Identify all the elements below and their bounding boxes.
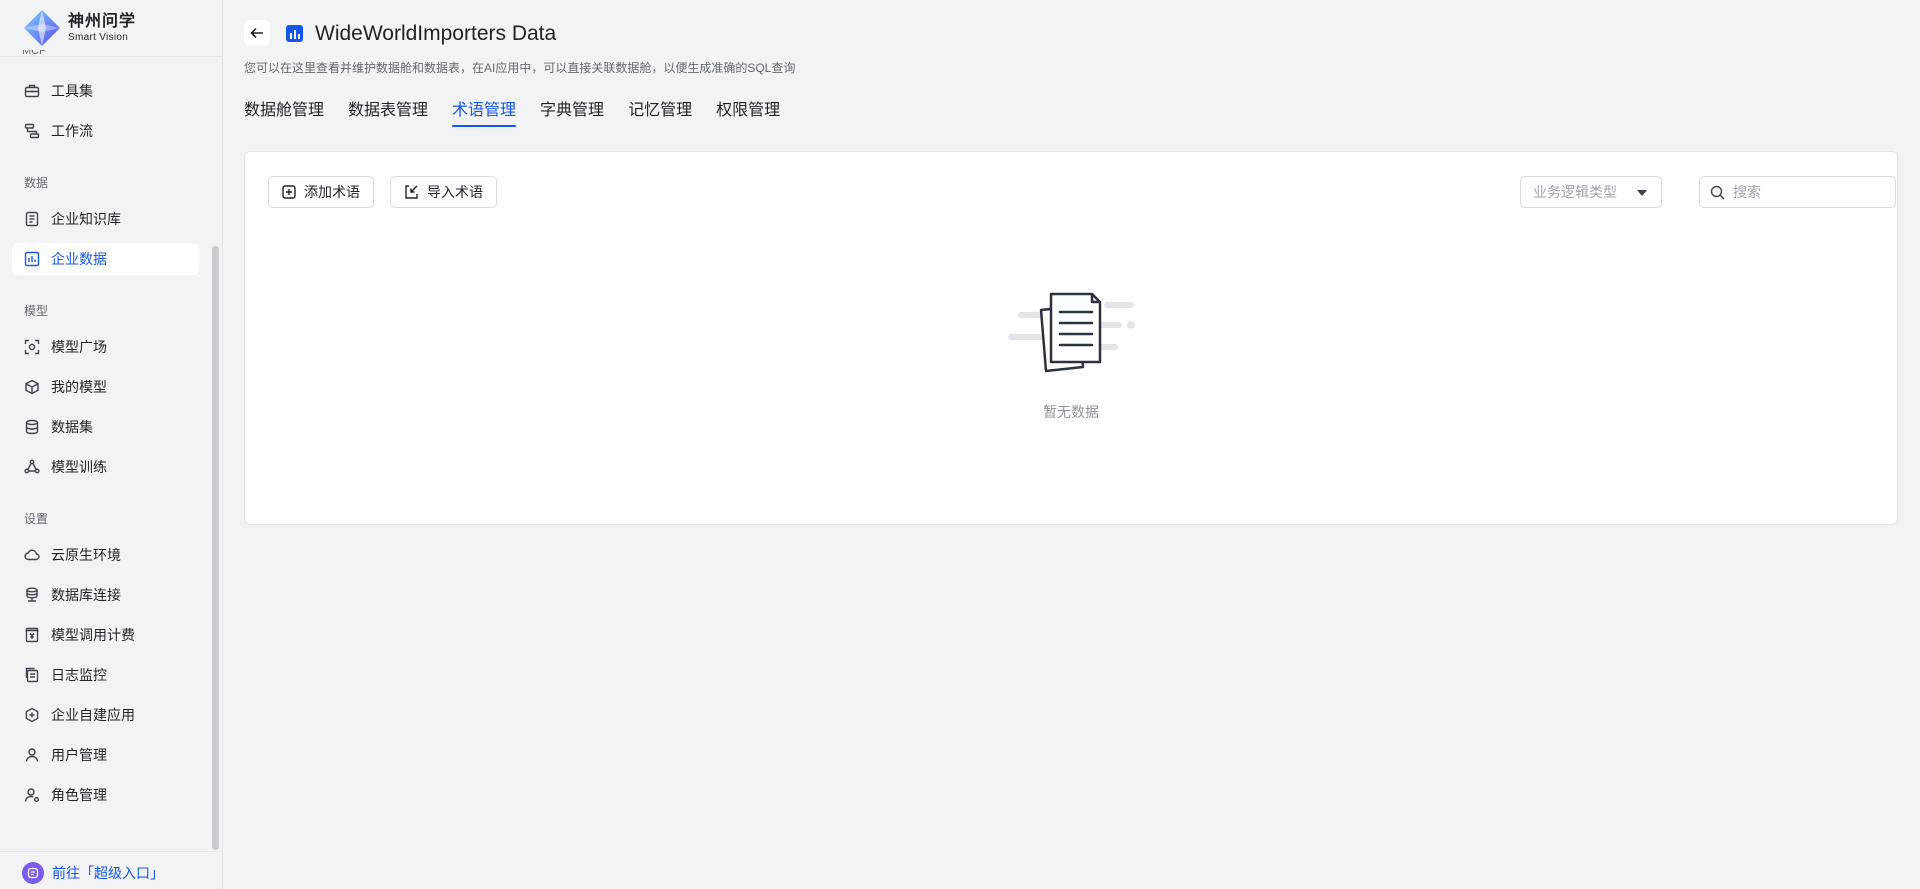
sidebar-item-label: 角色管理 (51, 787, 107, 803)
billing-icon (23, 626, 41, 644)
sidebar-item-datasets[interactable]: 数据集 (12, 411, 199, 443)
page-subtitle: 您可以在这里查看并维护数据舱和数据表，在AI应用中，可以直接关联数据舱，以便生成… (244, 61, 796, 75)
sidebar-item-label: 模型调用计费 (51, 627, 135, 643)
bar-chart-icon (23, 250, 41, 268)
import-term-button[interactable]: 导入术语 (390, 176, 497, 208)
brand-logo[interactable]: 神州问学 Smart Vision (22, 8, 136, 48)
sidebar-item-cloud-native[interactable]: 云原生环境 (12, 539, 199, 571)
caret-down-icon (1637, 190, 1647, 196)
section-title-settings: 设置 (24, 512, 49, 526)
sidebar-scrollbar[interactable] (212, 246, 219, 850)
bar-chart-icon (286, 25, 303, 42)
sidebar-item-label: 工具集 (51, 83, 93, 99)
section-title-data: 数据 (24, 176, 49, 190)
sidebar-item-toolset[interactable]: 工具集 (12, 75, 199, 107)
add-term-button[interactable]: 添加术语 (268, 176, 374, 208)
brand-name-en: Smart Vision (68, 31, 129, 43)
search-icon (1710, 185, 1725, 199)
brand-name-cn: 神州问学 (68, 12, 137, 30)
sidebar-item-label: 日志监控 (51, 667, 107, 683)
search-input[interactable] (1733, 184, 1883, 200)
add-term-label: 添加术语 (304, 184, 360, 200)
import-term-label: 导入术语 (427, 184, 483, 200)
tab-memory[interactable]: 记忆管理 (628, 96, 692, 127)
sidebar-item-label: 我的模型 (51, 379, 107, 395)
sidebar-item-model-training[interactable]: 模型训练 (12, 451, 199, 483)
back-button[interactable] (244, 20, 270, 46)
tab-bar: 数据舱管理 数据表管理 术语管理 字典管理 记忆管理 权限管理 (244, 96, 804, 127)
sidebar-item-label: 企业自建应用 (51, 707, 135, 723)
sidebar: 神州问学 Smart Vision MCP 工具集 工作流 数据 企业知识库 企… (0, 0, 223, 889)
sidebar-item-label: 企业知识库 (51, 211, 121, 227)
log-icon (23, 666, 41, 684)
empty-state-text: 暂无数据 (1043, 404, 1099, 420)
sidebar-item-label: 云原生环境 (51, 547, 121, 563)
arrow-left-icon (250, 27, 263, 39)
sidebar-nav[interactable]: 工具集 工作流 数据 企业知识库 企业数据 模型 模型广场 我的模型 数据集 模… (0, 57, 210, 850)
sidebar-item-knowledge-base[interactable]: 企业知识库 (12, 203, 199, 235)
training-icon (23, 458, 41, 476)
model-square-icon (23, 338, 41, 356)
db-connection-icon (23, 586, 41, 604)
super-entry-link[interactable]: 前往「超级入口」 (22, 862, 164, 884)
empty-document-icon (1008, 292, 1135, 373)
sidebar-item-label: 工作流 (51, 123, 93, 139)
app-icon (23, 706, 41, 724)
sidebar-item-user-management[interactable]: 用户管理 (12, 739, 199, 771)
sidebar-item-log-monitor[interactable]: 日志监控 (12, 659, 199, 691)
sidebar-item-enterprise-apps[interactable]: 企业自建应用 (12, 699, 199, 731)
sidebar-item-model-square[interactable]: 模型广场 (12, 331, 199, 363)
tab-dictionary[interactable]: 字典管理 (540, 96, 604, 127)
business-logic-type-select[interactable]: 业务逻辑类型 (1520, 176, 1662, 208)
sidebar-item-model-billing[interactable]: 模型调用计费 (12, 619, 199, 651)
sidebar-item-role-management[interactable]: 角色管理 (12, 779, 199, 811)
sidebar-item-label: 用户管理 (51, 747, 107, 763)
terminology-panel: 添加术语 导入术语 业务逻辑类型 暂无数据 (244, 151, 1898, 525)
section-title-model: 模型 (24, 304, 49, 318)
plus-square-icon (282, 185, 296, 199)
main-content: WideWorldImporters Data 您可以在这里查看并维护数据舱和数… (223, 0, 1920, 889)
sidebar-item-enterprise-data[interactable]: 企业数据 (12, 243, 199, 275)
cloud-icon (23, 546, 41, 564)
tab-data-cabin[interactable]: 数据舱管理 (244, 96, 324, 127)
page-title: WideWorldImporters Data (315, 22, 557, 45)
sidebar-item-my-models[interactable]: 我的模型 (12, 371, 199, 403)
search-box[interactable] (1699, 176, 1896, 208)
workflow-icon (23, 122, 41, 140)
sidebar-item-label: 企业数据 (51, 251, 107, 267)
sidebar-item-label: 模型广场 (51, 339, 107, 355)
toolbox-icon (23, 82, 41, 100)
divider (0, 851, 222, 852)
select-placeholder: 业务逻辑类型 (1533, 184, 1617, 200)
super-entry-icon (22, 862, 44, 884)
super-entry-label: 前往「超级入口」 (52, 865, 164, 881)
sidebar-item-db-connection[interactable]: 数据库连接 (12, 579, 199, 611)
sidebar-item-label: 模型训练 (51, 459, 107, 475)
database-icon (23, 418, 41, 436)
sidebar-item-label: 数据库连接 (51, 587, 121, 603)
cube-icon (23, 378, 41, 396)
sidebar-item-label: 数据集 (51, 419, 93, 435)
import-icon (405, 185, 418, 199)
tab-permissions[interactable]: 权限管理 (716, 96, 780, 127)
tab-terminology[interactable]: 术语管理 (452, 96, 517, 127)
user-icon (23, 746, 41, 764)
role-icon (23, 786, 41, 804)
logo-diamond-icon (24, 10, 60, 46)
tab-data-table[interactable]: 数据表管理 (348, 96, 428, 127)
knowledge-base-icon (23, 210, 41, 228)
sidebar-item-workflow[interactable]: 工作流 (12, 115, 199, 147)
